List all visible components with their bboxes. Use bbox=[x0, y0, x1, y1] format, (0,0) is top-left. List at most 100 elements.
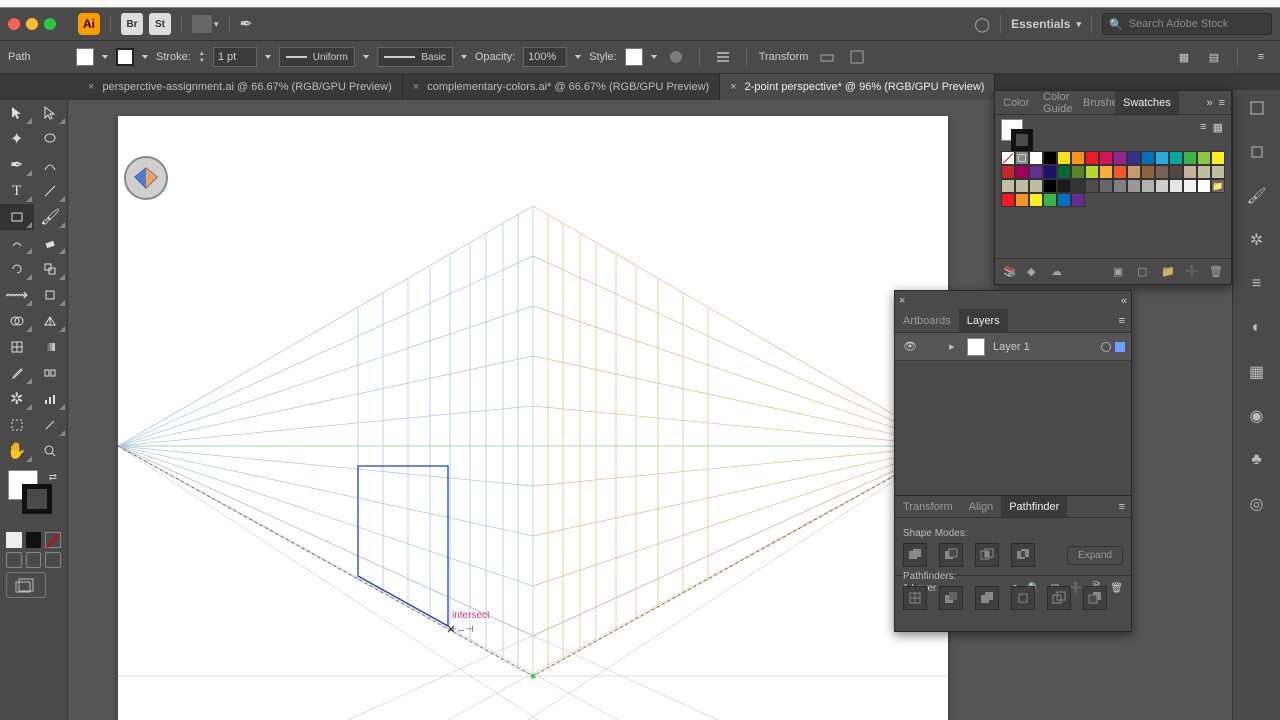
fill-caret[interactable] bbox=[102, 55, 108, 59]
divide-button[interactable] bbox=[903, 586, 927, 610]
swatch[interactable] bbox=[1169, 151, 1183, 165]
layer-name[interactable]: Layer 1 bbox=[993, 341, 1093, 353]
swatch[interactable] bbox=[1127, 179, 1141, 193]
isolate2-icon[interactable] bbox=[846, 46, 868, 68]
tab-color-guide[interactable]: Color Guide bbox=[1035, 91, 1075, 114]
close-icon[interactable]: × bbox=[899, 295, 905, 307]
style-caret[interactable] bbox=[651, 55, 657, 59]
perspective-grid-tool[interactable] bbox=[34, 308, 68, 334]
paintbrush-tool[interactable]: 🖌 bbox=[34, 204, 68, 230]
swatch[interactable] bbox=[1015, 151, 1029, 165]
eyedropper-tool[interactable] bbox=[0, 360, 34, 386]
panel-menu-icon[interactable]: ≡ bbox=[1119, 315, 1125, 327]
swatch[interactable] bbox=[1085, 165, 1099, 179]
properties-icon[interactable] bbox=[1245, 96, 1269, 120]
target-icon[interactable] bbox=[1101, 342, 1111, 352]
swatch[interactable] bbox=[1015, 193, 1029, 207]
swatch[interactable] bbox=[1183, 179, 1197, 193]
gradient-mode[interactable] bbox=[26, 532, 42, 548]
swatch[interactable] bbox=[1015, 179, 1029, 193]
current-stroke[interactable] bbox=[1011, 129, 1033, 151]
graphic-styles-icon[interactable]: ♣ bbox=[1245, 448, 1269, 472]
swatch[interactable] bbox=[1001, 179, 1015, 193]
gradient-tool[interactable] bbox=[34, 334, 68, 360]
swatch[interactable] bbox=[1029, 151, 1043, 165]
bridge-badge[interactable]: Br bbox=[121, 13, 143, 35]
perspective-plane-widget[interactable] bbox=[124, 156, 168, 200]
screen-full[interactable] bbox=[26, 552, 42, 568]
opacity-caret[interactable] bbox=[575, 55, 581, 59]
swatch[interactable] bbox=[1211, 165, 1225, 179]
none-mode[interactable] bbox=[45, 532, 61, 548]
workspace-switcher[interactable]: Essentials ▾ bbox=[1011, 17, 1081, 31]
swatch[interactable] bbox=[1043, 151, 1057, 165]
swatch[interactable] bbox=[1197, 151, 1211, 165]
stroke-panel-icon[interactable]: ≡ bbox=[1245, 272, 1269, 296]
swatch[interactable] bbox=[1197, 179, 1211, 193]
swatch[interactable] bbox=[1113, 179, 1127, 193]
swatch[interactable] bbox=[1183, 165, 1197, 179]
window-minimize[interactable] bbox=[26, 18, 38, 30]
slice-tool[interactable] bbox=[34, 412, 68, 438]
prefs-icon[interactable]: ▤ bbox=[1203, 46, 1225, 68]
swatch[interactable] bbox=[1155, 179, 1169, 193]
intersect-button[interactable] bbox=[975, 543, 999, 567]
close-icon[interactable]: × bbox=[730, 81, 736, 93]
stock-badge[interactable]: St bbox=[149, 13, 171, 35]
swatch[interactable] bbox=[1015, 165, 1029, 179]
swatch[interactable] bbox=[1127, 151, 1141, 165]
stroke-caret[interactable] bbox=[142, 55, 148, 59]
expand-icon[interactable]: » bbox=[1206, 97, 1212, 109]
tab-layers[interactable]: Layers bbox=[959, 309, 1008, 332]
opacity-input[interactable] bbox=[523, 47, 567, 67]
swatch[interactable] bbox=[1029, 193, 1043, 207]
isolate-icon[interactable] bbox=[816, 46, 838, 68]
draw-mode[interactable] bbox=[0, 568, 67, 602]
swatch[interactable] bbox=[1211, 151, 1225, 165]
minus-back-button[interactable] bbox=[1083, 586, 1107, 610]
swap-icon[interactable]: ⇄ bbox=[49, 472, 57, 483]
stroke-swatch[interactable] bbox=[116, 48, 134, 66]
help-icon[interactable]: ◯ bbox=[974, 16, 990, 33]
gpu-icon[interactable]: ✒ bbox=[240, 14, 253, 34]
tab-artboards[interactable]: Artboards bbox=[895, 309, 959, 332]
swatch[interactable] bbox=[1085, 179, 1099, 193]
tab-color[interactable]: Color bbox=[995, 91, 1035, 114]
symbol-sprayer-tool[interactable]: ✲ bbox=[0, 386, 34, 412]
magic-wand-tool[interactable]: ✦ bbox=[0, 126, 34, 152]
column-graph-tool[interactable] bbox=[34, 386, 68, 412]
swatch[interactable] bbox=[1071, 179, 1085, 193]
twirl-icon[interactable]: ▸ bbox=[949, 340, 959, 353]
line-tool[interactable] bbox=[34, 178, 68, 204]
curvature-tool[interactable] bbox=[34, 152, 68, 178]
new-icon[interactable]: ➕ bbox=[1185, 265, 1199, 279]
list-view-icon[interactable]: ≡ bbox=[1200, 121, 1206, 134]
swatch[interactable] bbox=[1099, 179, 1113, 193]
selection-indicator[interactable] bbox=[1115, 342, 1125, 352]
color-mode[interactable] bbox=[6, 532, 22, 548]
symbols-icon[interactable]: ✲ bbox=[1245, 228, 1269, 252]
fill-swatch[interactable] bbox=[76, 48, 94, 66]
layer-row[interactable]: 👁 ▸ Layer 1 bbox=[895, 333, 1131, 361]
swatch[interactable] bbox=[1155, 165, 1169, 179]
width-profile[interactable]: Uniform bbox=[279, 47, 355, 67]
tab-brushes[interactable]: Brushes bbox=[1075, 91, 1115, 114]
stock-search[interactable]: 🔍 Search Adobe Stock bbox=[1102, 13, 1272, 35]
swatch[interactable] bbox=[1057, 165, 1071, 179]
swatch[interactable] bbox=[1001, 193, 1015, 207]
lasso-tool[interactable] bbox=[34, 126, 68, 152]
color-themes-icon[interactable]: ◎ bbox=[1245, 492, 1269, 516]
window-zoom[interactable] bbox=[44, 18, 56, 30]
swatch[interactable] bbox=[1169, 165, 1183, 179]
tab-swatches[interactable]: Swatches bbox=[1115, 91, 1179, 114]
swatch[interactable] bbox=[1099, 151, 1113, 165]
doc-setup-icon[interactable]: ▦ bbox=[1173, 46, 1195, 68]
brushes-icon[interactable]: 🖌 bbox=[1245, 184, 1269, 208]
transparency-icon[interactable]: ▦ bbox=[1245, 360, 1269, 384]
swatch[interactable] bbox=[1183, 151, 1197, 165]
mesh-tool[interactable] bbox=[0, 334, 34, 360]
appearance-icon[interactable]: ◉ bbox=[1245, 404, 1269, 428]
recolor-icon[interactable] bbox=[665, 46, 687, 68]
collapse-icon[interactable]: « bbox=[1121, 295, 1127, 307]
arrange-docs[interactable]: ▾ bbox=[192, 15, 219, 33]
